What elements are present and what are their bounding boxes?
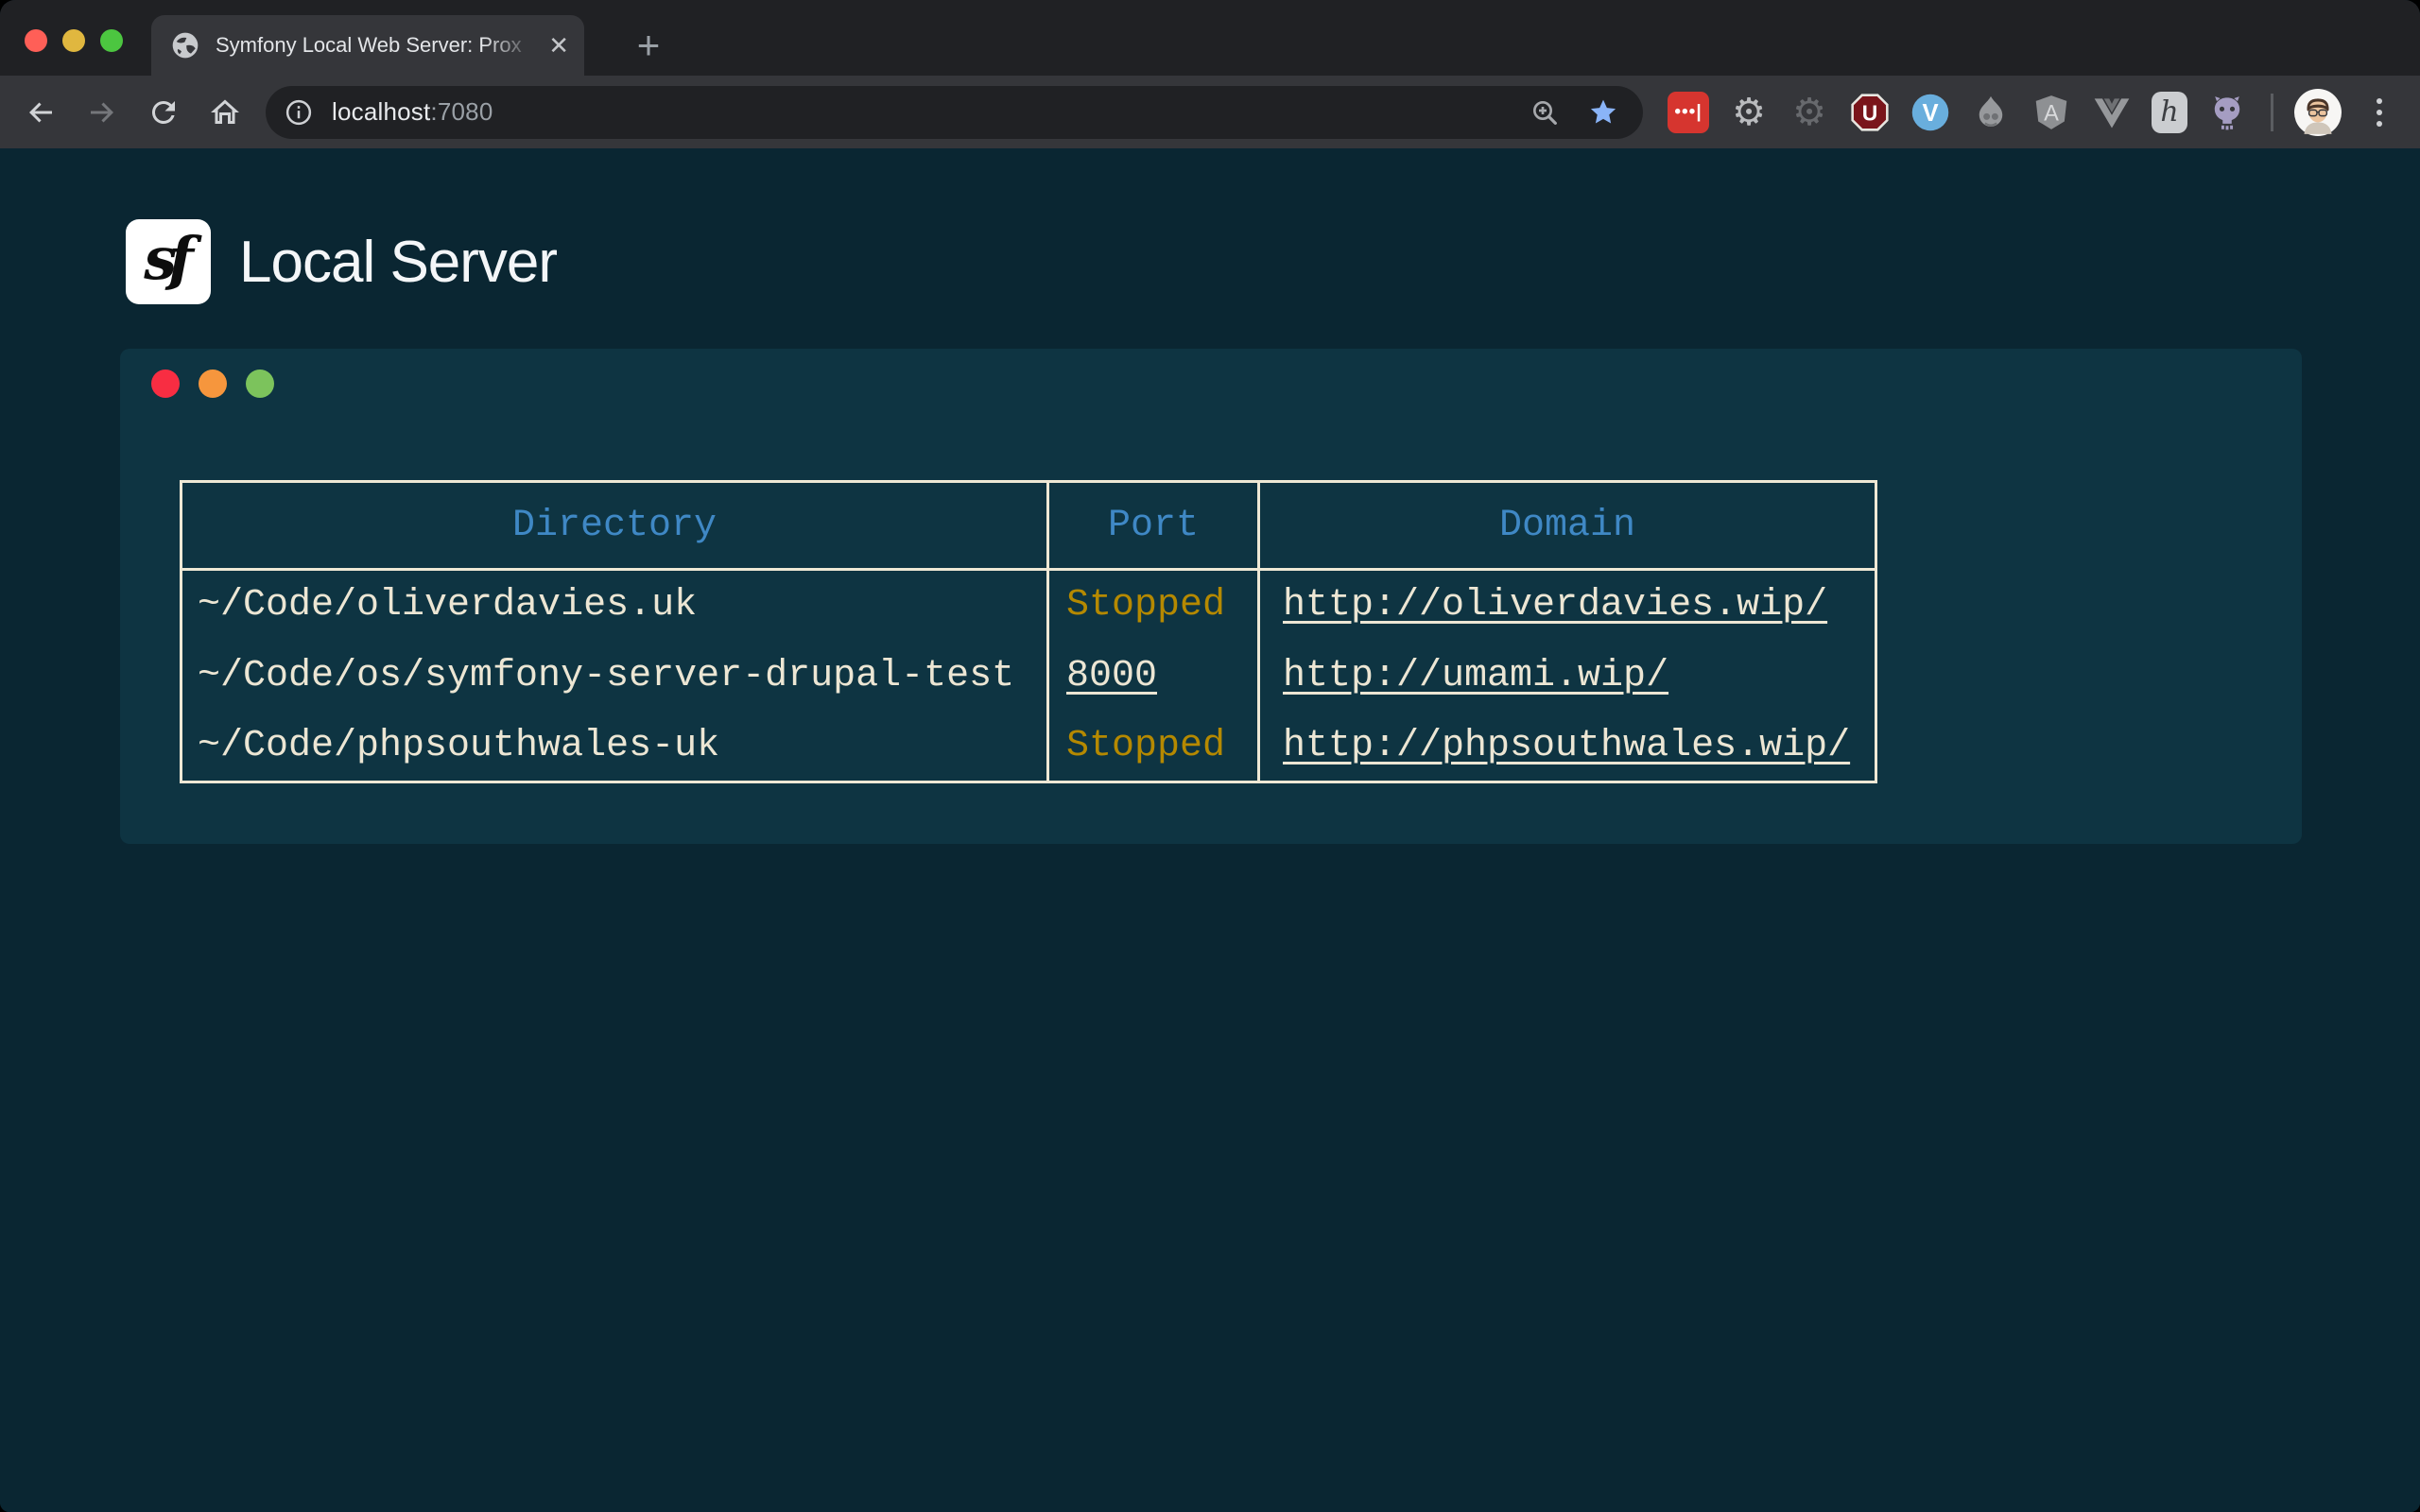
page-content: sf Local Server Directory Port Domain <box>0 148 2420 1512</box>
omnibox-actions <box>1530 97 1618 128</box>
lastpass-extension-icon[interactable]: •••| <box>1668 92 1709 133</box>
directory-cell: ~/Code/os/symfony-server-drupal-test <box>182 641 1048 712</box>
panel-green-dot <box>246 369 274 398</box>
panel-orange-dot <box>199 369 227 398</box>
url-host: localhost <box>332 97 430 126</box>
window-minimize-button[interactable] <box>62 29 85 52</box>
vue-extension-icon[interactable] <box>2091 92 2133 133</box>
vimium-letter: V <box>1922 100 1938 127</box>
h-extension-icon[interactable]: h <box>2152 92 2187 133</box>
column-header-port: Port <box>1048 482 1259 570</box>
gear-icon: ⚙ <box>1732 94 1766 131</box>
gear-extension-icon[interactable]: ⚙ <box>1728 92 1770 133</box>
symfony-logo: sf <box>126 219 211 304</box>
domain-link[interactable]: http://oliverdavies.wip/ <box>1283 584 1827 627</box>
address-bar[interactable]: localhost:7080 <box>266 86 1643 139</box>
domain-link[interactable]: http://umami.wip/ <box>1283 655 1668 697</box>
tab-close-icon[interactable]: ✕ <box>548 33 569 58</box>
vimium-extension-icon[interactable]: V <box>1910 92 1951 133</box>
bookmark-star-icon[interactable] <box>1588 97 1618 128</box>
browser-toolbar: localhost:7080 •••| ⚙ ⚙ U <box>0 76 2420 148</box>
extensions-row: •••| ⚙ ⚙ U V <box>1668 92 2248 133</box>
browser-tab[interactable]: Symfony Local Web Server: Prox ✕ <box>151 15 584 76</box>
window-zoom-button[interactable] <box>100 29 123 52</box>
profile-avatar[interactable] <box>2294 89 2342 136</box>
back-button[interactable] <box>16 88 65 137</box>
tab-title: Symfony Local Web Server: Prox <box>216 33 543 58</box>
gear-dim-icon: ⚙ <box>1792 94 1826 131</box>
table-row: ~/Code/os/symfony-server-drupal-test 800… <box>182 641 1876 712</box>
zoom-page-icon[interactable] <box>1530 97 1560 128</box>
servers-table: Directory Port Domain ~/Code/oliverdavie… <box>180 480 1877 783</box>
forward-button[interactable] <box>78 88 127 137</box>
directory-cell: ~/Code/oliverdavies.uk <box>182 570 1048 641</box>
column-header-directory: Directory <box>182 482 1048 570</box>
url-port: :7080 <box>430 97 493 126</box>
panel-window-dots <box>151 369 274 398</box>
table-row: ~/Code/oliverdavies.uk Stopped http://ol… <box>182 570 1876 641</box>
github-octocat-extension-icon[interactable] <box>2206 92 2248 133</box>
gear-disabled-extension-icon[interactable]: ⚙ <box>1789 92 1830 133</box>
toolbar-divider <box>2271 94 2273 131</box>
url-text: localhost:7080 <box>332 97 493 127</box>
window-close-button[interactable] <box>25 29 47 52</box>
drupal-extension-icon[interactable] <box>1970 92 2012 133</box>
reload-button[interactable] <box>139 88 188 137</box>
symfony-logo-glyph: sf <box>144 224 185 293</box>
panel-red-dot <box>151 369 180 398</box>
ublock-letter: U <box>1862 100 1878 125</box>
new-tab-button[interactable]: + <box>624 21 673 70</box>
port-link[interactable]: 8000 <box>1066 655 1157 697</box>
angular-shield-extension-icon[interactable]: A <box>2031 92 2072 133</box>
angular-letter: A <box>2044 101 2059 126</box>
browser-menu-button[interactable] <box>2360 92 2398 133</box>
home-button[interactable] <box>200 88 250 137</box>
tab-strip: Symfony Local Web Server: Prox ✕ + <box>0 0 2420 76</box>
domain-link[interactable]: http://phpsouthwales.wip/ <box>1283 725 1850 767</box>
browser-window: Symfony Local Web Server: Prox ✕ + local… <box>0 0 2420 1512</box>
window-controls <box>25 29 123 52</box>
page-header: sf Local Server <box>126 219 557 304</box>
globe-favicon-icon <box>170 30 200 60</box>
page-title: Local Server <box>239 229 557 296</box>
terminal-panel: Directory Port Domain ~/Code/oliverdavie… <box>120 349 2302 844</box>
column-header-domain: Domain <box>1259 482 1876 570</box>
port-status: Stopped <box>1066 584 1225 627</box>
table-header-row: Directory Port Domain <box>182 482 1876 570</box>
port-status: Stopped <box>1066 725 1225 767</box>
table-row: ~/Code/phpsouthwales-uk Stopped http://p… <box>182 712 1876 782</box>
site-info-icon[interactable] <box>285 98 313 127</box>
ublock-extension-icon[interactable]: U <box>1849 92 1891 133</box>
directory-cell: ~/Code/phpsouthwales-uk <box>182 712 1048 782</box>
